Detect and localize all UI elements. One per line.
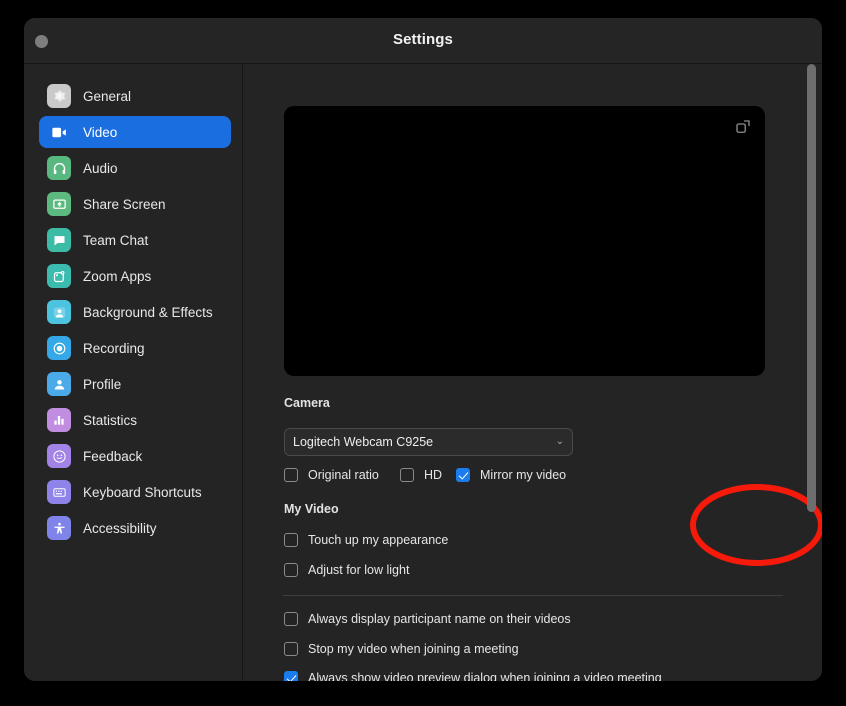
checkbox-stop-my-video-when-joining[interactable]: Stop my video when joining a meeting	[284, 642, 519, 656]
checkbox-label: Adjust for low light	[308, 563, 409, 577]
sidebar-item-video[interactable]: Video	[39, 116, 231, 148]
checkbox-label: Always display participant name on their…	[308, 612, 571, 626]
sidebar-item-label: Audio	[83, 161, 118, 176]
sidebar-item-label: Recording	[83, 341, 145, 356]
accessibility-icon	[47, 516, 71, 540]
checkbox-label: Touch up my appearance	[308, 533, 448, 547]
checkbox-touch-up-my-appearance[interactable]: Touch up my appearance	[284, 533, 448, 547]
content-scrollbar[interactable]	[807, 64, 816, 681]
bar-chart-icon	[47, 408, 71, 432]
checkbox-box[interactable]	[456, 468, 470, 482]
checkbox-box[interactable]	[284, 642, 298, 656]
checkbox-box[interactable]	[284, 671, 298, 681]
sidebar-item-label: Accessibility	[83, 521, 157, 536]
smiley-icon	[47, 444, 71, 468]
checkbox-adjust-for-low-light[interactable]: Adjust for low light	[284, 563, 409, 577]
video-preview	[284, 106, 765, 376]
sidebar-item-background-effects[interactable]: Background & Effects	[39, 296, 231, 328]
sidebar-item-profile[interactable]: Profile	[39, 368, 231, 400]
sidebar-item-label: Share Screen	[83, 197, 166, 212]
checkbox-mirror-my-video[interactable]: Mirror my video	[456, 468, 566, 482]
chat-bubble-icon	[47, 228, 71, 252]
person-icon	[47, 372, 71, 396]
sidebar-item-label: Statistics	[83, 413, 137, 428]
sidebar-item-audio[interactable]: Audio	[39, 152, 231, 184]
page-title: Settings	[24, 31, 822, 48]
sidebar-item-zoom-apps[interactable]: Zoom Apps	[39, 260, 231, 292]
sidebar-item-share-screen[interactable]: Share Screen	[39, 188, 231, 220]
checkbox-always-display-participant-name[interactable]: Always display participant name on their…	[284, 612, 571, 626]
sidebar-item-label: General	[83, 89, 131, 104]
sidebar-item-label: Feedback	[83, 449, 142, 464]
sidebar-item-feedback[interactable]: Feedback	[39, 440, 231, 472]
record-icon	[47, 336, 71, 360]
sidebar-item-label: Video	[83, 125, 117, 140]
checkbox-label: Always show video preview dialog when jo…	[308, 671, 662, 681]
sidebar-item-label: Keyboard Shortcuts	[83, 485, 202, 500]
apps-icon	[47, 264, 71, 288]
settings-window: Settings General Video Audio	[24, 18, 822, 681]
headphones-icon	[47, 156, 71, 180]
video-camera-icon	[47, 120, 71, 144]
pop-out-icon[interactable]	[734, 118, 752, 136]
my-video-section-label: My Video	[284, 502, 339, 516]
checkbox-box[interactable]	[284, 612, 298, 626]
checkbox-always-show-video-preview-dialog[interactable]: Always show video preview dialog when jo…	[284, 671, 662, 681]
checkbox-label: Original ratio	[308, 468, 379, 482]
sidebar-item-label: Background & Effects	[83, 305, 213, 320]
checkbox-box[interactable]	[400, 468, 414, 482]
checkbox-label: HD	[424, 468, 442, 482]
checkbox-original-ratio[interactable]: Original ratio	[284, 468, 379, 482]
chevron-down-icon: ⌄	[556, 437, 564, 447]
settings-sidebar: General Video Audio Share Screen	[24, 64, 243, 681]
sidebar-item-label: Zoom Apps	[83, 269, 151, 284]
person-frame-icon	[47, 300, 71, 324]
sidebar-item-statistics[interactable]: Statistics	[39, 404, 231, 436]
sidebar-item-label: Team Chat	[83, 233, 148, 248]
checkbox-box[interactable]	[284, 563, 298, 577]
gear-icon	[47, 84, 71, 108]
sidebar-item-accessibility[interactable]: Accessibility	[39, 512, 231, 544]
camera-select[interactable]: Logitech Webcam C925e ⌄	[284, 428, 573, 456]
video-settings-panel: Camera Logitech Webcam C925e ⌄ Original …	[243, 64, 822, 681]
checkbox-box[interactable]	[284, 468, 298, 482]
camera-section-label: Camera	[284, 396, 330, 410]
sidebar-item-keyboard-shortcuts[interactable]: Keyboard Shortcuts	[39, 476, 231, 508]
window-titlebar: Settings	[24, 18, 822, 64]
checkbox-label: Stop my video when joining a meeting	[308, 642, 519, 656]
checkbox-box[interactable]	[284, 533, 298, 547]
checkbox-label: Mirror my video	[480, 468, 566, 482]
camera-select-value: Logitech Webcam C925e	[293, 435, 556, 449]
sidebar-item-label: Profile	[83, 377, 121, 392]
section-divider	[283, 595, 783, 596]
sidebar-item-general[interactable]: General	[39, 80, 231, 112]
checkbox-hd[interactable]: HD	[400, 468, 442, 482]
sidebar-item-recording[interactable]: Recording	[39, 332, 231, 364]
scrollbar-thumb[interactable]	[807, 64, 816, 512]
keyboard-icon	[47, 480, 71, 504]
annotation-ellipse-mirror-my-video	[687, 482, 822, 568]
share-screen-icon	[47, 192, 71, 216]
sidebar-item-team-chat[interactable]: Team Chat	[39, 224, 231, 256]
